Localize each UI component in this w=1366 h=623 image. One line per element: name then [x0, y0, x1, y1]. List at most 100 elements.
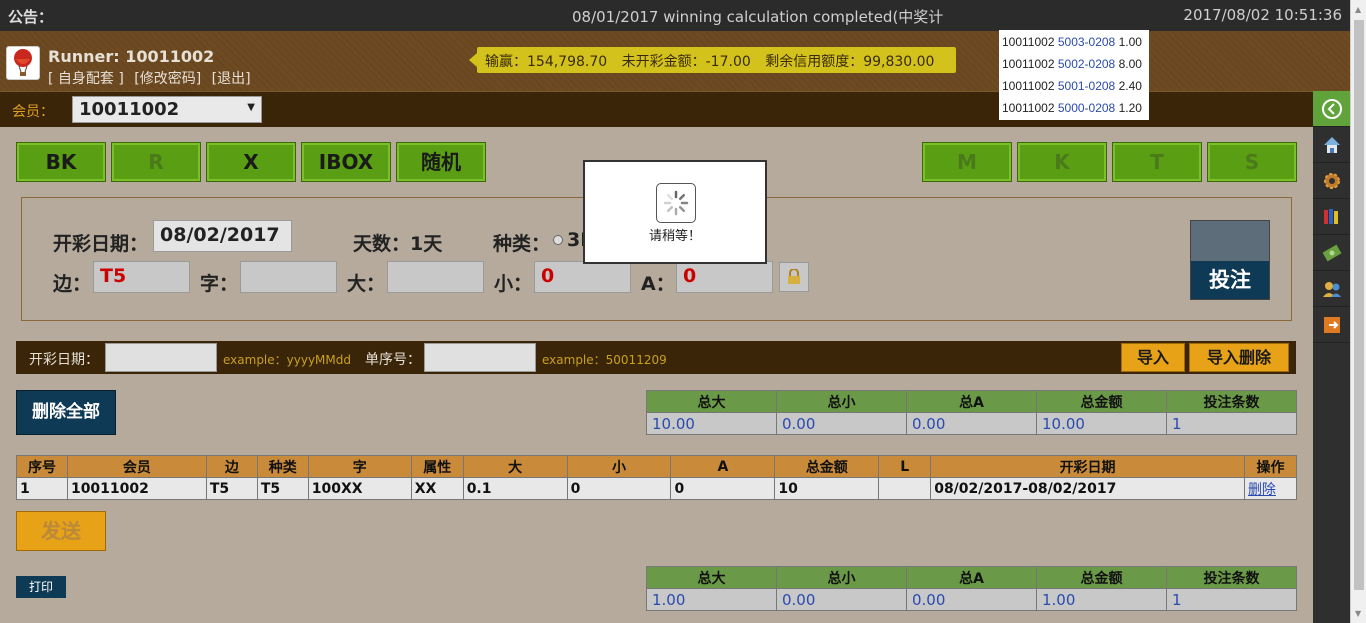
column-header: 小 [566, 455, 672, 478]
users-button[interactable] [1313, 271, 1350, 307]
draw-date-input[interactable]: 08/02/2017 [153, 220, 292, 252]
list-item[interactable]: 10011002 5003-0208 1.00 [1002, 31, 1146, 53]
column-header: 属性 [410, 455, 464, 478]
mode-s-button[interactable]: S [1207, 142, 1297, 182]
column-header: 大 [462, 455, 568, 478]
summary-header: 总金额 [1036, 390, 1167, 413]
announcement-bar: 公告： 08/01/2017 winning calculation compl… [0, 0, 1366, 31]
small-input[interactable]: 0 [534, 261, 631, 293]
list-item[interactable]: 10011002 5001-0208 2.40 [1002, 75, 1146, 97]
settings-button[interactable] [1313, 163, 1350, 199]
loading-dialog: 请稍等！ [583, 160, 767, 264]
side-input[interactable]: T5 [93, 261, 190, 293]
mode-t-button[interactable]: T [1112, 142, 1202, 182]
mode-k-button[interactable]: K [1017, 142, 1107, 182]
days-label: 天数：1天 [353, 233, 443, 255]
a-input[interactable]: 0 [676, 261, 773, 293]
column-header: A [670, 455, 776, 478]
summary-header: 投注条数 [1166, 566, 1297, 589]
cell-side: T5 [205, 477, 258, 500]
summary-cell: 1.00 [1036, 588, 1167, 611]
import-date-example: example：yyyyMMdd [223, 353, 351, 367]
money-icon [1322, 244, 1341, 261]
member-label: 会员： [12, 104, 54, 120]
gear-icon [1323, 172, 1340, 189]
send-button[interactable]: 发送 [16, 511, 106, 551]
list-item[interactable]: 10011002 5000-0208 1.20 [1002, 97, 1146, 119]
right-sidebar [1313, 91, 1350, 623]
column-header: 总金额 [774, 455, 880, 478]
serial-label: 单序号： [365, 352, 421, 368]
unsettled-text: 未开彩金额：-17.00 [621, 54, 751, 70]
summary-cell: 1 [1166, 412, 1297, 435]
mode-ibox-button[interactable]: IBOX [301, 142, 391, 182]
import-date-input[interactable] [105, 343, 217, 372]
collapse-sidebar-button[interactable] [1313, 91, 1350, 127]
kind-radio[interactable] [553, 235, 563, 245]
serial-input[interactable] [424, 343, 536, 372]
summary-header: 投注条数 [1166, 390, 1297, 413]
lock-icon [788, 269, 800, 284]
exit-icon [1323, 316, 1340, 333]
avatar [6, 46, 40, 80]
cell-index: 1 [16, 477, 68, 500]
home-button[interactable] [1313, 127, 1350, 163]
recent-bets-list: 10011002 5003-0208 1.00 10011002 5002-02… [999, 30, 1149, 120]
runner-name: Runner: 10011002 [48, 47, 215, 66]
scroll-thumb[interactable] [1354, 20, 1364, 590]
column-header: 序号 [16, 455, 68, 478]
summary-header: 总小 [776, 390, 907, 413]
exit-button[interactable] [1313, 307, 1350, 343]
import-delete-button[interactable]: 导入删除 [1189, 343, 1289, 372]
self-config-link[interactable]: [ 自身配套 ] [48, 71, 124, 87]
summary-cell: 0.00 [776, 588, 907, 611]
draw-date-label: 开彩日期： [53, 233, 149, 255]
logout-link[interactable]: [退出] [212, 71, 251, 87]
char-input[interactable] [240, 261, 337, 293]
balloon-icon [14, 49, 32, 76]
mode-m-button[interactable]: M [922, 142, 1012, 182]
delete-row-link[interactable]: 删除 [1248, 482, 1276, 498]
import-button[interactable]: 导入 [1121, 343, 1185, 372]
server-datetime: 2017/08/02 10:51:36 [1183, 6, 1342, 24]
mode-random-button[interactable]: 随机 [396, 142, 486, 182]
column-header: L [878, 455, 932, 478]
summary-header: 总大 [646, 566, 777, 589]
summary-cell: 0.00 [906, 588, 1037, 611]
cell-l [878, 477, 932, 500]
books-button[interactable] [1313, 199, 1350, 235]
small-label: 小： [494, 273, 533, 295]
bets-table: 序号 会员 边 种类 字 属性 大 小 A 总金额 L 开彩日期 操作 1 10… [16, 455, 1298, 500]
summary-header: 总A [906, 566, 1037, 589]
table-header-row: 序号 会员 边 种类 字 属性 大 小 A 总金额 L 开彩日期 操作 [16, 455, 1298, 478]
announcement-text: 08/01/2017 winning calculation completed… [572, 8, 944, 26]
member-select[interactable]: 10011002 ▼ [72, 96, 262, 123]
bet-button[interactable]: 投注 [1190, 220, 1270, 300]
side-label: 边： [53, 273, 92, 295]
change-password-link[interactable]: [修改密码] [134, 71, 201, 87]
scroll-up-icon[interactable]: ▲ [1355, 5, 1361, 14]
header-links: [ 自身配套 ] [修改密码] [退出] [48, 68, 257, 88]
bet-button-label: 投注 [1191, 261, 1269, 299]
scroll-down-icon[interactable]: ▼ [1355, 609, 1361, 618]
cell-kind: T5 [256, 477, 309, 500]
column-header: 种类 [256, 455, 309, 478]
mode-x-button[interactable]: X [206, 142, 296, 182]
summary-cell: 10.00 [1036, 412, 1167, 435]
column-header: 边 [205, 455, 258, 478]
page-scrollbar[interactable]: ▲ ▼ [1350, 0, 1366, 623]
cell-small: 0 [566, 477, 672, 500]
import-date-label: 开彩日期： [29, 352, 99, 368]
summary-cell: 1 [1166, 588, 1297, 611]
mode-r-button[interactable]: R [111, 142, 201, 182]
big-input[interactable] [387, 261, 484, 293]
delete-all-button[interactable]: 删除全部 [16, 390, 116, 435]
cell-action: 删除 [1243, 477, 1298, 500]
mode-bk-button[interactable]: BK [16, 142, 106, 182]
print-button[interactable]: 打印 [16, 576, 66, 598]
money-button[interactable] [1313, 235, 1350, 271]
column-header: 会员 [66, 455, 207, 478]
list-item[interactable]: 10011002 5002-0208 8.00 [1002, 53, 1146, 75]
summary-cell: 1.00 [646, 588, 777, 611]
lock-button[interactable] [779, 262, 809, 292]
